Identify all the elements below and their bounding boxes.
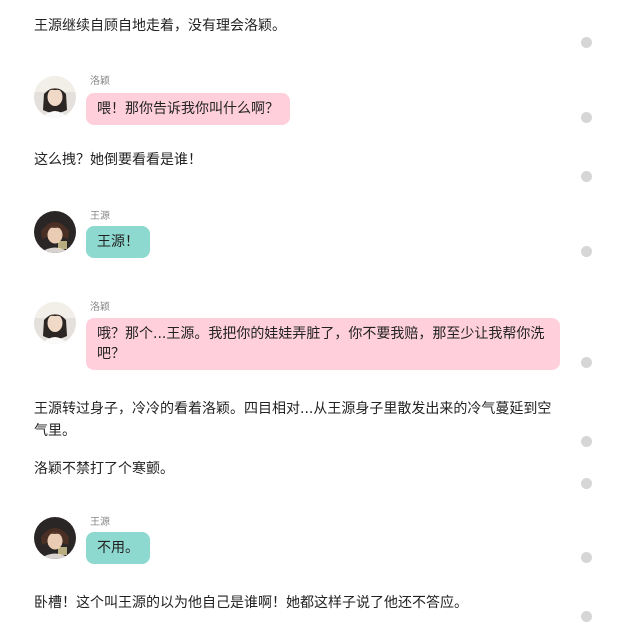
- speaker-name: 洛颖: [90, 76, 110, 87]
- paragraph-dot[interactable]: [581, 246, 592, 257]
- paragraph-dot[interactable]: [581, 552, 592, 563]
- speaker-name: 王源: [90, 211, 110, 222]
- speaker-name: 洛颖: [90, 302, 110, 313]
- paragraph-dot[interactable]: [581, 37, 592, 48]
- chat-bubble: 喂！那你告诉我你叫什么啊？: [86, 93, 290, 125]
- narration-text: 卧槽！这个叫王源的以为他自己是谁啊！她都这样子说了他还不答应。: [34, 595, 468, 611]
- narration-text: 洛颖不禁打了个寒颤。: [34, 461, 174, 477]
- paragraph-dot[interactable]: [581, 436, 592, 447]
- narration-text: 王源继续自顾自地走着，没有理会洛颖。: [34, 18, 286, 34]
- chat-bubble: 不用。: [86, 532, 150, 564]
- girl-avatar: [34, 76, 76, 118]
- paragraph-dot[interactable]: [581, 112, 592, 123]
- paragraph-dot[interactable]: [581, 478, 592, 489]
- paragraph-dot[interactable]: [581, 611, 592, 622]
- girl-avatar: [34, 302, 76, 344]
- speaker-name: 王源: [90, 517, 110, 528]
- boy-avatar: [34, 517, 76, 559]
- chat-bubble: 哦？那个...王源。我把你的娃娃弄脏了，你不要我赔，那至少让我帮你洗吧？: [86, 318, 560, 370]
- narration-text: 王源转过身子，冷冷的看着洛颖。四目相对...从王源身子里散发出来的冷气蔓延到空气…: [34, 401, 552, 439]
- paragraph-dot[interactable]: [581, 357, 592, 368]
- boy-avatar: [34, 211, 76, 253]
- paragraph-dot[interactable]: [581, 171, 592, 182]
- chat-bubble: 王源！: [86, 226, 150, 258]
- narration-text: 这么拽？她倒要看看是谁！: [34, 152, 202, 168]
